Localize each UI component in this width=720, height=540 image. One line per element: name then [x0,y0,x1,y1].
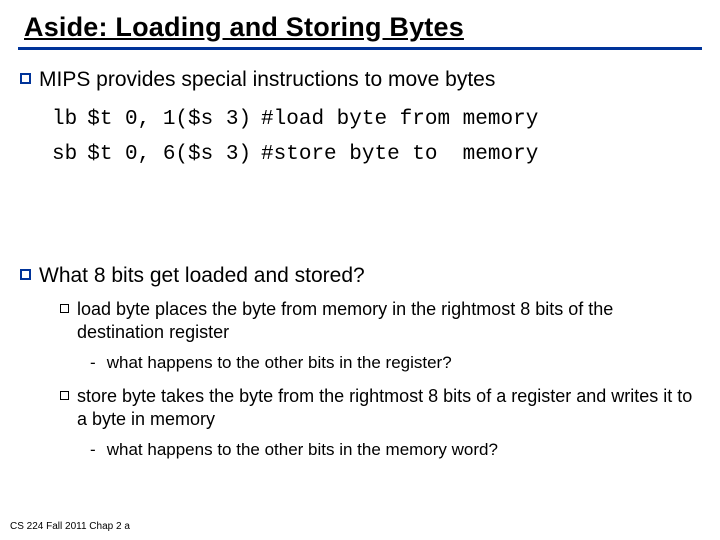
code-row: lb $t 0, 1($s 3) #load byte from memory [52,102,548,137]
dash-icon: - [90,440,102,460]
sub-sub-2-text: what happens to the other bits in the me… [107,440,498,459]
code-comment: #load byte from memory [261,102,548,137]
code-operands: $t 0, 1($s 3) [87,102,261,137]
code-table: lb $t 0, 1($s 3) #load byte from memory … [52,102,548,172]
code-operands: $t 0, 6($s 3) [87,137,261,172]
sub-bullet-2: store byte takes the byte from the right… [60,385,702,430]
bullet-row-2: What 8 bits get loaded and stored? [20,264,702,288]
bullet-2-text: What 8 bits get loaded and stored? [39,264,365,288]
code-comment: #store byte to memory [261,137,548,172]
bullet-square-small-icon [60,304,69,313]
code-row: sb $t 0, 6($s 3) #store byte to memory [52,137,548,172]
sub-bullet-1-text: load byte places the byte from memory in… [77,298,702,343]
code-mnemonic: sb [52,137,87,172]
slide: Aside: Loading and Storing Bytes MIPS pr… [0,0,720,540]
slide-title: Aside: Loading and Storing Bytes [24,12,702,43]
code-mnemonic: lb [52,102,87,137]
bullet-row-1: MIPS provides special instructions to mo… [20,68,702,92]
bullet-1-text: MIPS provides special instructions to mo… [39,68,495,92]
bullet-square-icon [20,269,31,280]
sub-sub-bullet-1: - what happens to the other bits in the … [90,353,702,373]
sub-sub-1-text: what happens to the other bits in the re… [107,353,452,372]
sub-bullet-row: load byte places the byte from memory in… [60,298,702,343]
dash-icon: - [90,353,102,373]
sub-bullet-row: store byte takes the byte from the right… [60,385,702,430]
footer-text: CS 224 Fall 2011 Chap 2 a [10,521,130,532]
title-rule [18,47,702,50]
code-block: lb $t 0, 1($s 3) #load byte from memory … [52,102,702,172]
sub-sub-bullet-2: - what happens to the other bits in the … [90,440,702,460]
bullet-square-icon [20,73,31,84]
sub-bullet-1: load byte places the byte from memory in… [60,298,702,343]
spacer [18,172,702,264]
bullet-square-small-icon [60,391,69,400]
sub-bullet-2-text: store byte takes the byte from the right… [77,385,702,430]
